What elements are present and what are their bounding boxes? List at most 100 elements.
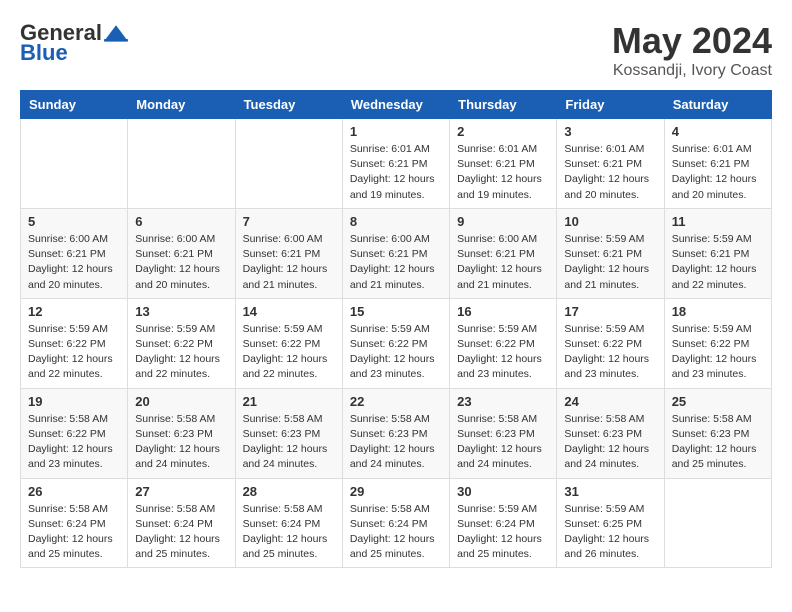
day-number: 21 [243,394,335,409]
calendar-cell: 12 Sunrise: 5:59 AMSunset: 6:22 PMDaylig… [21,298,128,388]
week-row-1: 1 Sunrise: 6:01 AMSunset: 6:21 PMDayligh… [21,119,772,209]
weekday-header-friday: Friday [557,91,664,119]
calendar-cell: 14 Sunrise: 5:59 AMSunset: 6:22 PMDaylig… [235,298,342,388]
month-year-title: May 2024 [612,20,772,62]
week-row-2: 5 Sunrise: 6:00 AMSunset: 6:21 PMDayligh… [21,208,772,298]
calendar-cell: 27 Sunrise: 5:58 AMSunset: 6:24 PMDaylig… [128,478,235,568]
logo: General Blue [20,20,128,66]
day-info: Sunrise: 6:01 AMSunset: 6:21 PMDaylight:… [672,142,764,203]
calendar-cell [664,478,771,568]
logo-icon [104,23,128,43]
day-number: 12 [28,304,120,319]
weekday-header-sunday: Sunday [21,91,128,119]
day-number: 28 [243,484,335,499]
calendar-cell: 31 Sunrise: 5:59 AMSunset: 6:25 PMDaylig… [557,478,664,568]
calendar-cell: 1 Sunrise: 6:01 AMSunset: 6:21 PMDayligh… [342,119,449,209]
calendar-cell: 17 Sunrise: 5:59 AMSunset: 6:22 PMDaylig… [557,298,664,388]
weekday-header-tuesday: Tuesday [235,91,342,119]
day-number: 18 [672,304,764,319]
day-number: 19 [28,394,120,409]
day-info: Sunrise: 5:58 AMSunset: 6:23 PMDaylight:… [457,412,549,473]
calendar-cell: 10 Sunrise: 5:59 AMSunset: 6:21 PMDaylig… [557,208,664,298]
day-number: 1 [350,124,442,139]
calendar-cell: 13 Sunrise: 5:59 AMSunset: 6:22 PMDaylig… [128,298,235,388]
calendar-cell: 4 Sunrise: 6:01 AMSunset: 6:21 PMDayligh… [664,119,771,209]
calendar-cell: 3 Sunrise: 6:01 AMSunset: 6:21 PMDayligh… [557,119,664,209]
day-info: Sunrise: 5:58 AMSunset: 6:24 PMDaylight:… [243,502,335,563]
day-info: Sunrise: 5:58 AMSunset: 6:24 PMDaylight:… [28,502,120,563]
day-number: 3 [564,124,656,139]
day-number: 22 [350,394,442,409]
day-info: Sunrise: 5:58 AMSunset: 6:23 PMDaylight:… [243,412,335,473]
calendar-cell: 23 Sunrise: 5:58 AMSunset: 6:23 PMDaylig… [450,388,557,478]
calendar-cell: 5 Sunrise: 6:00 AMSunset: 6:21 PMDayligh… [21,208,128,298]
day-number: 27 [135,484,227,499]
day-info: Sunrise: 6:01 AMSunset: 6:21 PMDaylight:… [457,142,549,203]
day-info: Sunrise: 6:00 AMSunset: 6:21 PMDaylight:… [350,232,442,293]
page-header: General Blue May 2024 Kossandji, Ivory C… [20,20,772,80]
day-number: 17 [564,304,656,319]
logo-blue-text: Blue [20,40,68,66]
calendar-cell [235,119,342,209]
day-info: Sunrise: 5:59 AMSunset: 6:22 PMDaylight:… [28,322,120,383]
weekday-header-thursday: Thursday [450,91,557,119]
week-row-5: 26 Sunrise: 5:58 AMSunset: 6:24 PMDaylig… [21,478,772,568]
calendar-cell: 8 Sunrise: 6:00 AMSunset: 6:21 PMDayligh… [342,208,449,298]
day-info: Sunrise: 5:58 AMSunset: 6:23 PMDaylight:… [564,412,656,473]
calendar-cell: 6 Sunrise: 6:00 AMSunset: 6:21 PMDayligh… [128,208,235,298]
day-number: 14 [243,304,335,319]
calendar-cell: 28 Sunrise: 5:58 AMSunset: 6:24 PMDaylig… [235,478,342,568]
day-number: 26 [28,484,120,499]
day-number: 4 [672,124,764,139]
day-number: 24 [564,394,656,409]
day-info: Sunrise: 5:59 AMSunset: 6:22 PMDaylight:… [135,322,227,383]
calendar-cell [128,119,235,209]
weekday-header-wednesday: Wednesday [342,91,449,119]
day-number: 9 [457,214,549,229]
day-number: 5 [28,214,120,229]
weekday-header-row: SundayMondayTuesdayWednesdayThursdayFrid… [21,91,772,119]
calendar-cell: 25 Sunrise: 5:58 AMSunset: 6:23 PMDaylig… [664,388,771,478]
calendar-cell: 29 Sunrise: 5:58 AMSunset: 6:24 PMDaylig… [342,478,449,568]
calendar-cell: 22 Sunrise: 5:58 AMSunset: 6:23 PMDaylig… [342,388,449,478]
day-info: Sunrise: 5:59 AMSunset: 6:22 PMDaylight:… [672,322,764,383]
day-number: 31 [564,484,656,499]
calendar-table: SundayMondayTuesdayWednesdayThursdayFrid… [20,90,772,568]
calendar-cell [21,119,128,209]
day-info: Sunrise: 6:00 AMSunset: 6:21 PMDaylight:… [28,232,120,293]
day-info: Sunrise: 5:59 AMSunset: 6:22 PMDaylight:… [243,322,335,383]
day-info: Sunrise: 5:58 AMSunset: 6:24 PMDaylight:… [350,502,442,563]
day-number: 13 [135,304,227,319]
day-number: 11 [672,214,764,229]
day-number: 30 [457,484,549,499]
weekday-header-saturday: Saturday [664,91,771,119]
day-number: 23 [457,394,549,409]
calendar-cell: 20 Sunrise: 5:58 AMSunset: 6:23 PMDaylig… [128,388,235,478]
calendar-cell: 11 Sunrise: 5:59 AMSunset: 6:21 PMDaylig… [664,208,771,298]
location-text: Kossandji, Ivory Coast [612,62,772,80]
day-number: 29 [350,484,442,499]
calendar-cell: 2 Sunrise: 6:01 AMSunset: 6:21 PMDayligh… [450,119,557,209]
day-info: Sunrise: 6:01 AMSunset: 6:21 PMDaylight:… [350,142,442,203]
day-number: 20 [135,394,227,409]
calendar-cell: 16 Sunrise: 5:59 AMSunset: 6:22 PMDaylig… [450,298,557,388]
week-row-3: 12 Sunrise: 5:59 AMSunset: 6:22 PMDaylig… [21,298,772,388]
day-number: 7 [243,214,335,229]
day-info: Sunrise: 5:59 AMSunset: 6:22 PMDaylight:… [564,322,656,383]
day-info: Sunrise: 5:58 AMSunset: 6:22 PMDaylight:… [28,412,120,473]
day-info: Sunrise: 5:59 AMSunset: 6:21 PMDaylight:… [564,232,656,293]
day-info: Sunrise: 6:00 AMSunset: 6:21 PMDaylight:… [457,232,549,293]
week-row-4: 19 Sunrise: 5:58 AMSunset: 6:22 PMDaylig… [21,388,772,478]
day-number: 6 [135,214,227,229]
day-number: 10 [564,214,656,229]
day-info: Sunrise: 5:58 AMSunset: 6:23 PMDaylight:… [350,412,442,473]
day-number: 25 [672,394,764,409]
day-info: Sunrise: 5:59 AMSunset: 6:21 PMDaylight:… [672,232,764,293]
day-info: Sunrise: 6:00 AMSunset: 6:21 PMDaylight:… [135,232,227,293]
day-info: Sunrise: 6:01 AMSunset: 6:21 PMDaylight:… [564,142,656,203]
calendar-cell: 18 Sunrise: 5:59 AMSunset: 6:22 PMDaylig… [664,298,771,388]
day-info: Sunrise: 5:59 AMSunset: 6:25 PMDaylight:… [564,502,656,563]
calendar-cell: 24 Sunrise: 5:58 AMSunset: 6:23 PMDaylig… [557,388,664,478]
day-number: 8 [350,214,442,229]
day-info: Sunrise: 6:00 AMSunset: 6:21 PMDaylight:… [243,232,335,293]
